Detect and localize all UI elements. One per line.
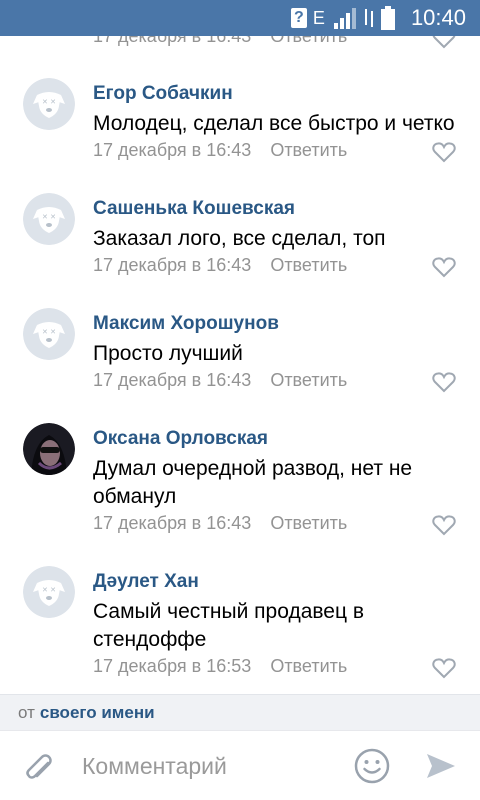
data-transfer-icon bbox=[364, 9, 373, 27]
status-bar: ? E 10:40 bbox=[0, 0, 480, 36]
svg-text:✕ ✕: ✕ ✕ bbox=[42, 586, 56, 594]
reply-button[interactable]: Ответить bbox=[270, 513, 347, 533]
post-as-selector[interactable]: от своего имени bbox=[0, 694, 480, 730]
comment-date: 17 декабря в 16:43 bbox=[93, 255, 252, 275]
comment-meta: 17 декабря в 16:43 Ответить bbox=[93, 255, 347, 276]
comment-author[interactable]: Дәулет Хан bbox=[93, 571, 199, 593]
comment-composer bbox=[0, 730, 480, 800]
comment-date: 17 декабря в 16:43 bbox=[93, 140, 252, 160]
comment-text: Заказал лого, все сделал, топ bbox=[93, 227, 386, 250]
comment-author[interactable]: Сашенька Кошевская bbox=[93, 198, 295, 220]
comment-date: 17 декабря в 16:43 bbox=[93, 370, 252, 390]
reply-button[interactable]: Ответить bbox=[270, 656, 347, 676]
reply-button[interactable]: Ответить bbox=[270, 370, 347, 390]
default-avatar-icon[interactable]: ✕ ✕ bbox=[23, 78, 75, 130]
network-type: E bbox=[312, 7, 325, 28]
comment-meta: 17 декабря в 16:43 Ответить bbox=[93, 370, 347, 391]
unknown-app-icon: ? bbox=[290, 8, 307, 28]
like-heart-icon[interactable] bbox=[432, 371, 456, 393]
like-heart-icon[interactable] bbox=[432, 141, 456, 163]
comment-input[interactable] bbox=[80, 745, 344, 787]
clock: 10:40 bbox=[410, 5, 466, 30]
comment-meta: 17 декабря в 16:43 Ответить bbox=[93, 140, 347, 161]
comment-text: Самый честный продавец в стендоффе bbox=[93, 600, 364, 651]
default-avatar-icon[interactable]: ✕ ✕ bbox=[23, 566, 75, 618]
paperclip-icon[interactable] bbox=[22, 751, 58, 787]
comment-author[interactable]: Максим Хорошунов bbox=[93, 313, 279, 335]
comment-text: Просто лучший bbox=[93, 342, 243, 365]
comment-text: Думал очередной развод, нет не обманул bbox=[93, 457, 413, 508]
reply-button[interactable]: Ответить bbox=[270, 140, 347, 160]
comment-date: 17 декабря в 16:43 bbox=[93, 36, 252, 46]
reply-button[interactable]: Ответить bbox=[270, 255, 347, 275]
comment-meta: 17 декабря в 16:43 Ответить bbox=[93, 513, 347, 534]
battery-icon bbox=[380, 6, 395, 30]
svg-text:✕ ✕: ✕ ✕ bbox=[42, 213, 56, 221]
photo-avatar-icon[interactable] bbox=[23, 423, 75, 475]
svg-text:✕ ✕: ✕ ✕ bbox=[42, 98, 56, 106]
comment-author[interactable]: Егор Собачкин bbox=[93, 83, 233, 105]
post-as-author[interactable]: своего имени bbox=[40, 703, 155, 723]
like-heart-icon[interactable] bbox=[432, 36, 456, 49]
reply-button[interactable]: Ответить bbox=[270, 36, 347, 46]
comment-date: 17 декабря в 16:53 bbox=[93, 656, 252, 676]
comment-text: Молодец, сделал все быстро и четко bbox=[93, 112, 455, 135]
comment-meta: 17 декабря в 16:53 Ответить bbox=[93, 656, 347, 677]
like-heart-icon[interactable] bbox=[432, 514, 456, 536]
emoji-smile-icon[interactable] bbox=[354, 748, 390, 784]
svg-text:✕ ✕: ✕ ✕ bbox=[42, 328, 56, 336]
comment-list[interactable]: 17 декабря в 16:43 Ответить ✕ ✕ Егор Соб… bbox=[0, 36, 480, 694]
send-icon[interactable] bbox=[424, 749, 458, 783]
like-heart-icon[interactable] bbox=[432, 657, 456, 679]
default-avatar-icon[interactable]: ✕ ✕ bbox=[23, 193, 75, 245]
comment-date: 17 декабря в 16:43 bbox=[93, 513, 252, 533]
default-avatar-icon[interactable]: ✕ ✕ bbox=[23, 308, 75, 360]
comment-meta: 17 декабря в 16:43 Ответить bbox=[93, 36, 347, 47]
signal-icon bbox=[333, 8, 356, 29]
comment-author[interactable]: Оксана Орловская bbox=[93, 428, 268, 450]
like-heart-icon[interactable] bbox=[432, 256, 456, 278]
from-label: от bbox=[18, 702, 35, 722]
